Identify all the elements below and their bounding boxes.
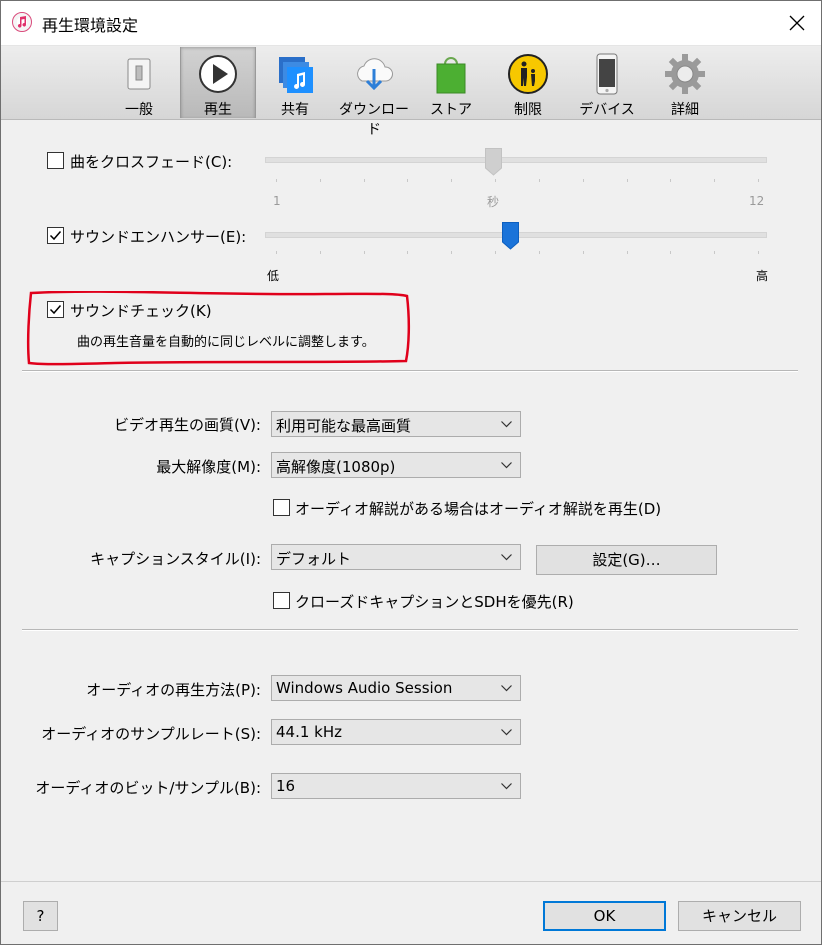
- ok-button[interactable]: OK: [543, 901, 666, 931]
- slider-tick: [276, 251, 277, 254]
- slider-tick: [495, 251, 497, 254]
- tab-general[interactable]: 一般: [102, 47, 176, 118]
- preferences-toolbar: 一般 再生 共有 ダウンロード ストア 制限 デバイス 詳細: [1, 45, 821, 138]
- sound-check-label: サウンドチェック(K): [70, 302, 212, 320]
- section-divider-2: [22, 629, 798, 631]
- max-resolution-label: 最大解像度(M):: [156, 458, 261, 476]
- tab-downloads[interactable]: ダウンロード: [336, 47, 412, 138]
- slider-tick: [670, 251, 672, 254]
- gear-icon: [665, 54, 705, 94]
- preferences-window: 再生環境設定 一般 再生 共有 ダウンロード ストア 制限 デバイス 詳細 曲を…: [0, 0, 822, 945]
- slider-tick: [363, 251, 365, 254]
- chevron-down-icon: [501, 783, 512, 790]
- audio-description-checkbox[interactable]: [273, 499, 290, 516]
- sound-check-description: 曲の再生音量を自動的に同じレベルに調整します。: [77, 335, 375, 350]
- slider-tick: [714, 251, 716, 254]
- close-icon: [789, 15, 805, 31]
- slider-tick: [582, 251, 584, 254]
- iphone-icon: [596, 53, 618, 95]
- sound-enhancer-scale-low: 低: [267, 269, 280, 283]
- slider-tick: [538, 251, 540, 254]
- crossfade-slider-track[interactable]: [265, 157, 767, 163]
- tab-playback[interactable]: 再生: [180, 47, 256, 118]
- tab-advanced[interactable]: 詳細: [648, 47, 722, 118]
- cancel-button[interactable]: キャンセル: [678, 901, 801, 931]
- caption-settings-button[interactable]: 設定(G)…: [536, 545, 717, 575]
- window-title: 再生環境設定: [42, 16, 139, 35]
- slider-tick: [714, 179, 716, 182]
- checkmark-icon: [49, 305, 62, 315]
- parental-controls-icon: [508, 54, 548, 94]
- chevron-down-icon: [501, 554, 512, 561]
- caption-style-label: キャプションスタイル(I):: [90, 550, 261, 568]
- slider-tick: [538, 179, 540, 182]
- checkmark-icon: [49, 231, 62, 241]
- closed-captions-checkbox[interactable]: [273, 592, 290, 609]
- tab-sharing[interactable]: 共有: [258, 47, 332, 118]
- crossfade-scale-min: 1: [273, 194, 281, 208]
- chevron-down-icon: [501, 462, 512, 469]
- sound-check-checkbox[interactable]: [47, 301, 64, 318]
- tab-restrictions[interactable]: 制限: [490, 47, 566, 118]
- title-bar: 再生環境設定: [1, 1, 821, 45]
- slider-tick: [319, 251, 321, 254]
- slider-tick: [626, 179, 628, 182]
- itunes-app-icon: [12, 12, 32, 32]
- store-bag-icon: [436, 57, 466, 94]
- play-icon: [199, 55, 237, 93]
- help-button[interactable]: ?: [23, 901, 58, 931]
- section-divider-1: [22, 370, 798, 372]
- sound-enhancer-scale-high: 高: [756, 269, 769, 283]
- switch-icon: [127, 58, 151, 90]
- tab-store[interactable]: ストア: [416, 47, 486, 118]
- crossfade-scale-max: 12: [749, 194, 765, 208]
- crossfade-label: 曲をクロスフェード(C):: [70, 153, 233, 171]
- audio-method-label: オーディオの再生方法(P):: [86, 681, 261, 699]
- sound-enhancer-checkbox[interactable]: [47, 227, 64, 244]
- sharing-music-icon: [279, 57, 313, 93]
- tab-devices[interactable]: デバイス: [570, 47, 644, 118]
- slider-tick: [363, 179, 365, 182]
- slider-tick: [451, 251, 453, 254]
- audio-description-label: オーディオ解説がある場合はオーディオ解説を再生(D): [295, 500, 662, 518]
- crossfade-scale-unit: 秒: [487, 195, 500, 209]
- slider-tick: [758, 251, 759, 254]
- sample-rate-select[interactable]: 44.1 kHz: [271, 719, 521, 745]
- slider-tick: [626, 251, 628, 254]
- cloud-download-icon: [357, 58, 393, 91]
- slider-tick: [276, 179, 277, 182]
- chevron-down-icon: [501, 685, 512, 692]
- slider-tick: [407, 251, 409, 254]
- slider-tick: [451, 179, 453, 182]
- crossfade-checkbox[interactable]: [47, 152, 64, 169]
- caption-style-select[interactable]: デフォルト: [271, 544, 521, 570]
- max-resolution-select[interactable]: 高解像度(1080p): [271, 452, 521, 478]
- slider-tick: [407, 179, 409, 182]
- video-quality-label: ビデオ再生の画質(V):: [113, 416, 261, 434]
- slider-tick: [582, 179, 584, 182]
- slider-tick: [670, 179, 672, 182]
- slider-tick: [758, 179, 759, 182]
- sound-enhancer-slider-thumb[interactable]: [502, 222, 519, 250]
- sound-enhancer-label: サウンドエンハンサー(E):: [70, 228, 247, 246]
- sample-rate-label: オーディオのサンプルレート(S):: [41, 725, 261, 743]
- slider-tick: [319, 179, 321, 182]
- close-button[interactable]: [781, 7, 813, 39]
- crossfade-slider-thumb[interactable]: [485, 148, 502, 176]
- chevron-down-icon: [501, 421, 512, 428]
- slider-tick: [495, 179, 497, 182]
- bits-per-sample-select[interactable]: 16: [271, 773, 521, 799]
- video-quality-select[interactable]: 利用可能な最高画質: [271, 411, 521, 437]
- closed-captions-label: クローズドキャプションとSDHを優先(R): [295, 593, 574, 611]
- footer-divider: [1, 881, 821, 882]
- chevron-down-icon: [501, 729, 512, 736]
- bits-per-sample-label: オーディオのビット/サンプル(B):: [35, 779, 261, 797]
- audio-method-select[interactable]: Windows Audio Session: [271, 675, 521, 701]
